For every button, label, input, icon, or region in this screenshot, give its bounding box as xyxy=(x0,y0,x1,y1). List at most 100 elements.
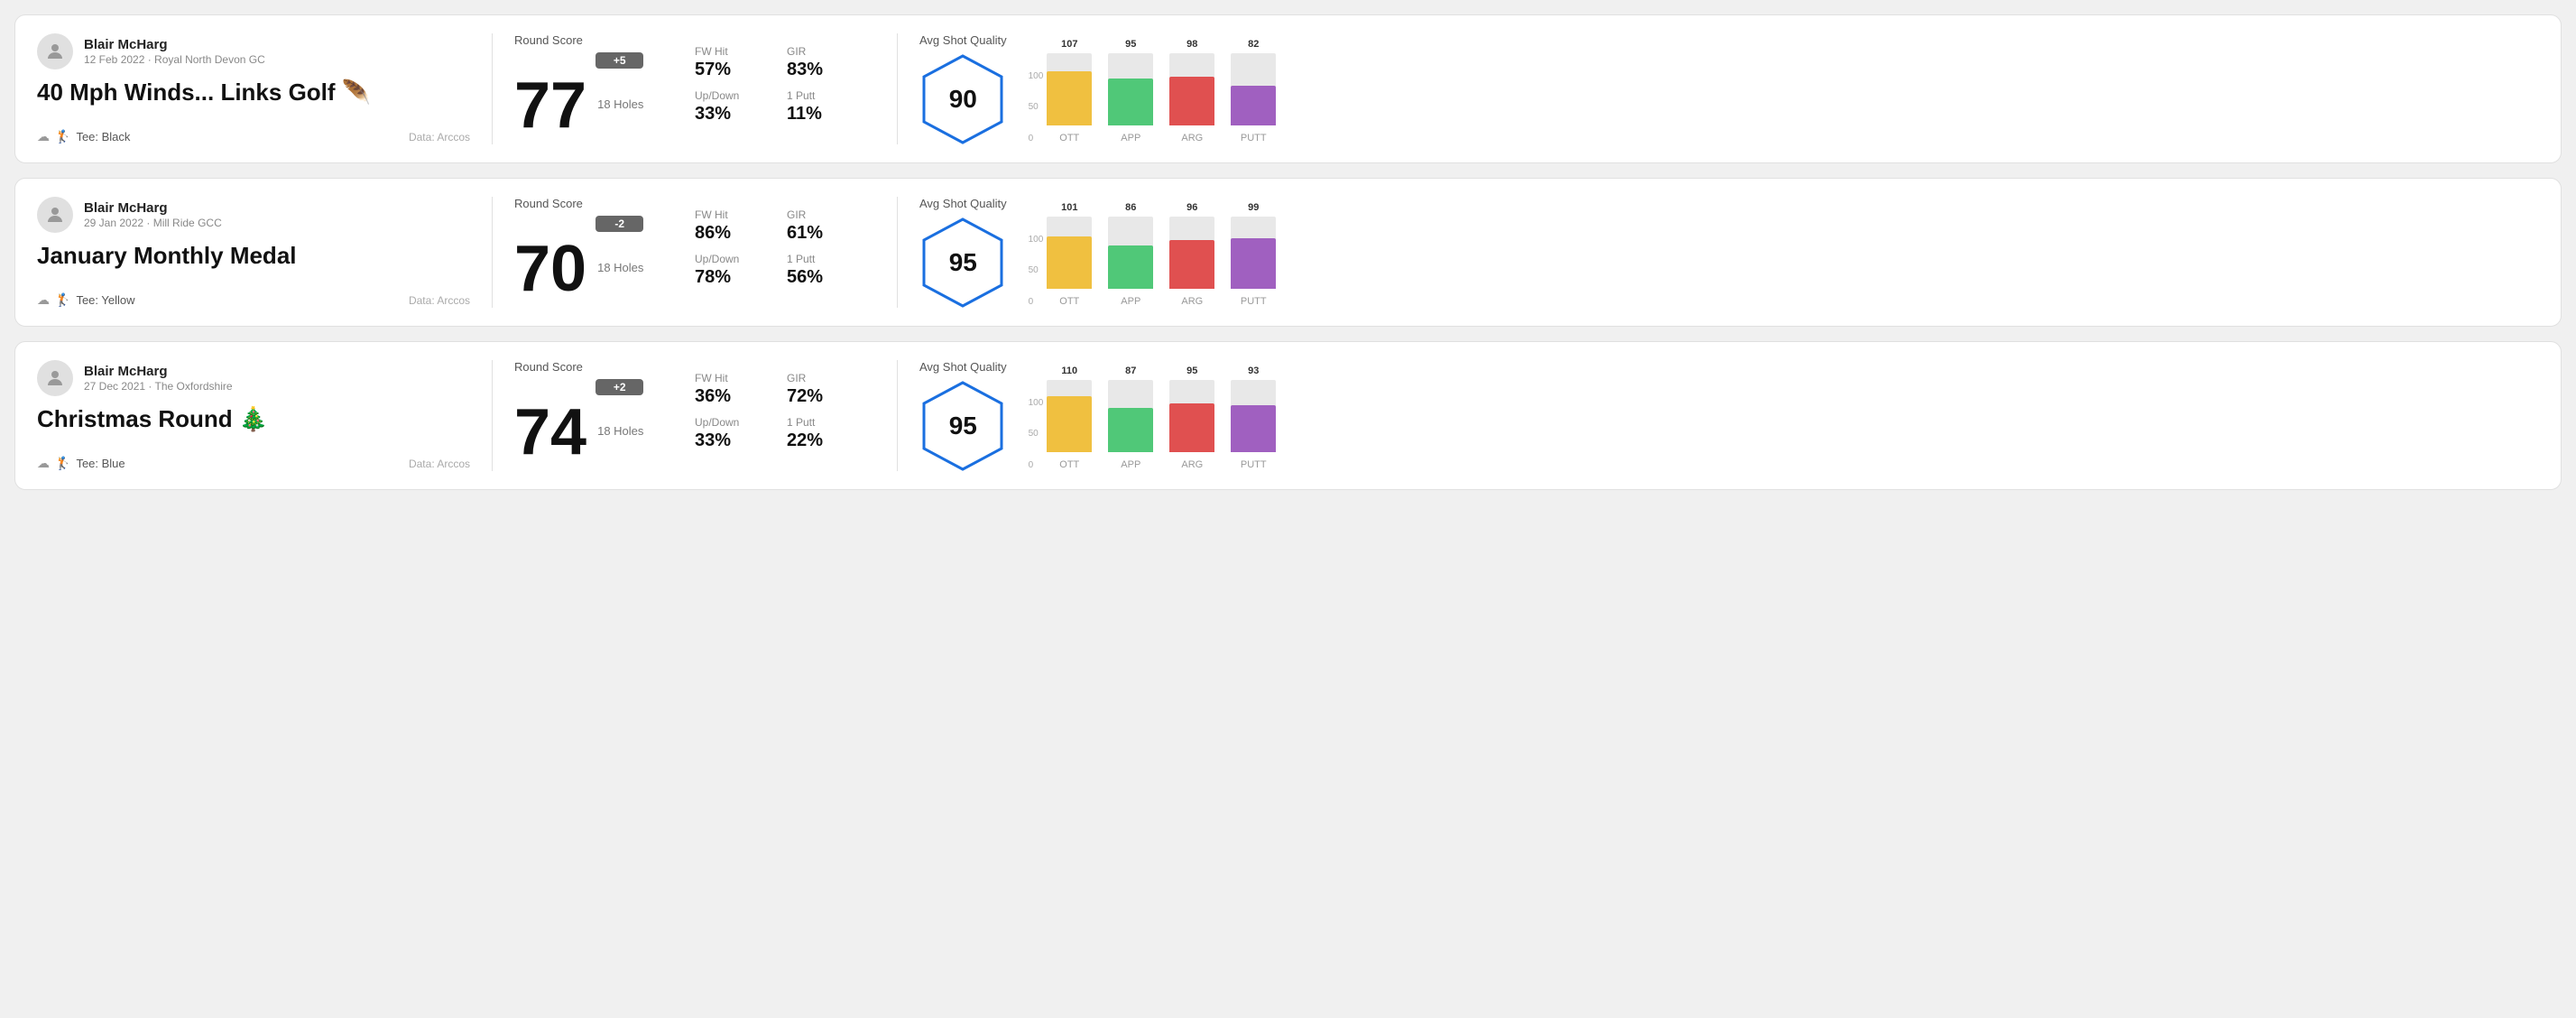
avatar xyxy=(37,197,73,233)
stat-oneputt: 1 Putt 22% xyxy=(787,416,850,451)
data-source: Data: Arccos xyxy=(409,131,470,143)
fw-hit-label: FW Hit xyxy=(695,45,758,58)
tee-info: ☁ 🏌 Tee: Yellow xyxy=(37,292,135,308)
oneputt-value: 22% xyxy=(787,430,850,451)
score-label: Round Score xyxy=(514,33,695,47)
stat-gir: GIR 72% xyxy=(787,372,850,407)
quality-container: Avg Shot Quality 90 xyxy=(919,33,1007,144)
oneputt-label: 1 Putt xyxy=(787,416,850,429)
score-number: 77 xyxy=(514,73,586,138)
user-header: Blair McHarg 27 Dec 2021 · The Oxfordshi… xyxy=(37,360,470,396)
oneputt-label: 1 Putt xyxy=(787,253,850,265)
quality-score: 95 xyxy=(949,248,977,277)
data-source: Data: Arccos xyxy=(409,458,470,470)
bar-group-ott: 101 OTT xyxy=(1047,202,1092,307)
card-left: Blair McHarg 12 Feb 2022 · Royal North D… xyxy=(37,33,470,144)
user-name: Blair McHarg xyxy=(84,37,265,52)
fw-hit-value: 57% xyxy=(695,60,758,80)
quality-score: 95 xyxy=(949,412,977,440)
updown-value: 33% xyxy=(695,104,758,125)
avatar xyxy=(37,33,73,69)
divider-2 xyxy=(897,197,898,308)
quality-label: Avg Shot Quality xyxy=(919,360,1007,374)
score-badge: -2 xyxy=(596,216,643,232)
card-footer: ☁ 🏌 Tee: Blue Data: Arccos xyxy=(37,456,470,471)
bar-group-arg: 96 ARG xyxy=(1169,202,1214,307)
card-footer: ☁ 🏌 Tee: Yellow Data: Arccos xyxy=(37,292,470,308)
divider-2 xyxy=(897,33,898,144)
bar-group-putt: 99 PUTT xyxy=(1231,202,1276,307)
stat-fw-hit: FW Hit 57% xyxy=(695,45,758,80)
bag-icon: 🏌 xyxy=(55,129,70,144)
score-label: Round Score xyxy=(514,197,695,210)
quality-container: Avg Shot Quality 95 xyxy=(919,197,1007,308)
round-card-round1: Blair McHarg 12 Feb 2022 · Royal North D… xyxy=(14,14,2562,163)
updown-label: Up/Down xyxy=(695,89,758,102)
bar-group-ott: 107 OTT xyxy=(1047,39,1092,143)
weather-icon: ☁ xyxy=(37,129,50,144)
bar-chart: 100 50 0 110 OTT 87 APP 95 xyxy=(1029,362,2539,470)
bar-group-app: 87 APP xyxy=(1108,366,1153,470)
round-title: January Monthly Medal xyxy=(37,242,470,270)
oneputt-label: 1 Putt xyxy=(787,89,850,102)
stat-updown: Up/Down 33% xyxy=(695,416,758,451)
gir-value: 61% xyxy=(787,223,850,244)
weather-icon: ☁ xyxy=(37,456,50,471)
user-name: Blair McHarg xyxy=(84,200,222,216)
bar-chart: 100 50 0 107 OTT 95 APP 98 xyxy=(1029,35,2539,143)
card-left: Blair McHarg 29 Jan 2022 · Mill Ride GCC… xyxy=(37,197,470,308)
card-score: Round Score 77 +5 18 Holes xyxy=(514,33,695,144)
user-info: Blair McHarg 27 Dec 2021 · The Oxfordshi… xyxy=(84,364,233,393)
tee-label: Tee: Yellow xyxy=(76,293,134,307)
stat-gir: GIR 83% xyxy=(787,45,850,80)
round-card-round2: Blair McHarg 29 Jan 2022 · Mill Ride GCC… xyxy=(14,178,2562,327)
bar-group-app: 86 APP xyxy=(1108,202,1153,307)
score-holes: 18 Holes xyxy=(597,424,643,438)
user-header: Blair McHarg 29 Jan 2022 · Mill Ride GCC xyxy=(37,197,470,233)
score-label: Round Score xyxy=(514,360,695,374)
quality-score: 90 xyxy=(949,85,977,114)
tee-label: Tee: Black xyxy=(76,130,130,143)
divider-2 xyxy=(897,360,898,471)
hexagon: 95 xyxy=(922,217,1003,308)
round-card-round3: Blair McHarg 27 Dec 2021 · The Oxfordshi… xyxy=(14,341,2562,490)
date-course: 12 Feb 2022 · Royal North Devon GC xyxy=(84,53,265,66)
card-stats: FW Hit 86% GIR 61% Up/Down 78% 1 Putt 56… xyxy=(695,197,875,308)
card-score: Round Score 70 -2 18 Holes xyxy=(514,197,695,308)
gir-label: GIR xyxy=(787,45,850,58)
hexagon: 90 xyxy=(922,54,1003,144)
card-stats: FW Hit 36% GIR 72% Up/Down 33% 1 Putt 22… xyxy=(695,360,875,471)
stat-row-top: FW Hit 57% GIR 83% xyxy=(695,45,875,80)
card-score: Round Score 74 +2 18 Holes xyxy=(514,360,695,471)
bar-chart: 100 50 0 101 OTT 86 APP 96 xyxy=(1029,199,2539,307)
stat-row-top: FW Hit 36% GIR 72% xyxy=(695,372,875,407)
card-quality: Avg Shot Quality 95 100 50 0 101 OTT xyxy=(919,197,2539,308)
fw-hit-value: 36% xyxy=(695,386,758,407)
user-info: Blair McHarg 29 Jan 2022 · Mill Ride GCC xyxy=(84,200,222,229)
stat-oneputt: 1 Putt 11% xyxy=(787,89,850,125)
bag-icon: 🏌 xyxy=(55,456,70,471)
oneputt-value: 56% xyxy=(787,267,850,288)
bar-group-arg: 98 ARG xyxy=(1169,39,1214,143)
card-stats: FW Hit 57% GIR 83% Up/Down 33% 1 Putt 11… xyxy=(695,33,875,144)
tee-info: ☁ 🏌 Tee: Blue xyxy=(37,456,125,471)
score-holes: 18 Holes xyxy=(597,261,643,274)
score-main: 77 +5 18 Holes xyxy=(514,52,695,138)
gir-value: 72% xyxy=(787,386,850,407)
stat-updown: Up/Down 33% xyxy=(695,89,758,125)
card-footer: ☁ 🏌 Tee: Black Data: Arccos xyxy=(37,129,470,144)
stat-fw-hit: FW Hit 86% xyxy=(695,208,758,244)
card-quality: Avg Shot Quality 90 100 50 0 107 OTT xyxy=(919,33,2539,144)
quality-label: Avg Shot Quality xyxy=(919,33,1007,47)
quality-label: Avg Shot Quality xyxy=(919,197,1007,210)
data-source: Data: Arccos xyxy=(409,294,470,307)
stat-row-bottom: Up/Down 33% 1 Putt 22% xyxy=(695,416,875,451)
gir-label: GIR xyxy=(787,208,850,221)
stat-row-bottom: Up/Down 33% 1 Putt 11% xyxy=(695,89,875,125)
date-course: 29 Jan 2022 · Mill Ride GCC xyxy=(84,217,222,229)
user-name: Blair McHarg xyxy=(84,364,233,379)
bag-icon: 🏌 xyxy=(55,292,70,308)
divider-1 xyxy=(492,197,493,308)
stat-row-bottom: Up/Down 78% 1 Putt 56% xyxy=(695,253,875,288)
user-header: Blair McHarg 12 Feb 2022 · Royal North D… xyxy=(37,33,470,69)
